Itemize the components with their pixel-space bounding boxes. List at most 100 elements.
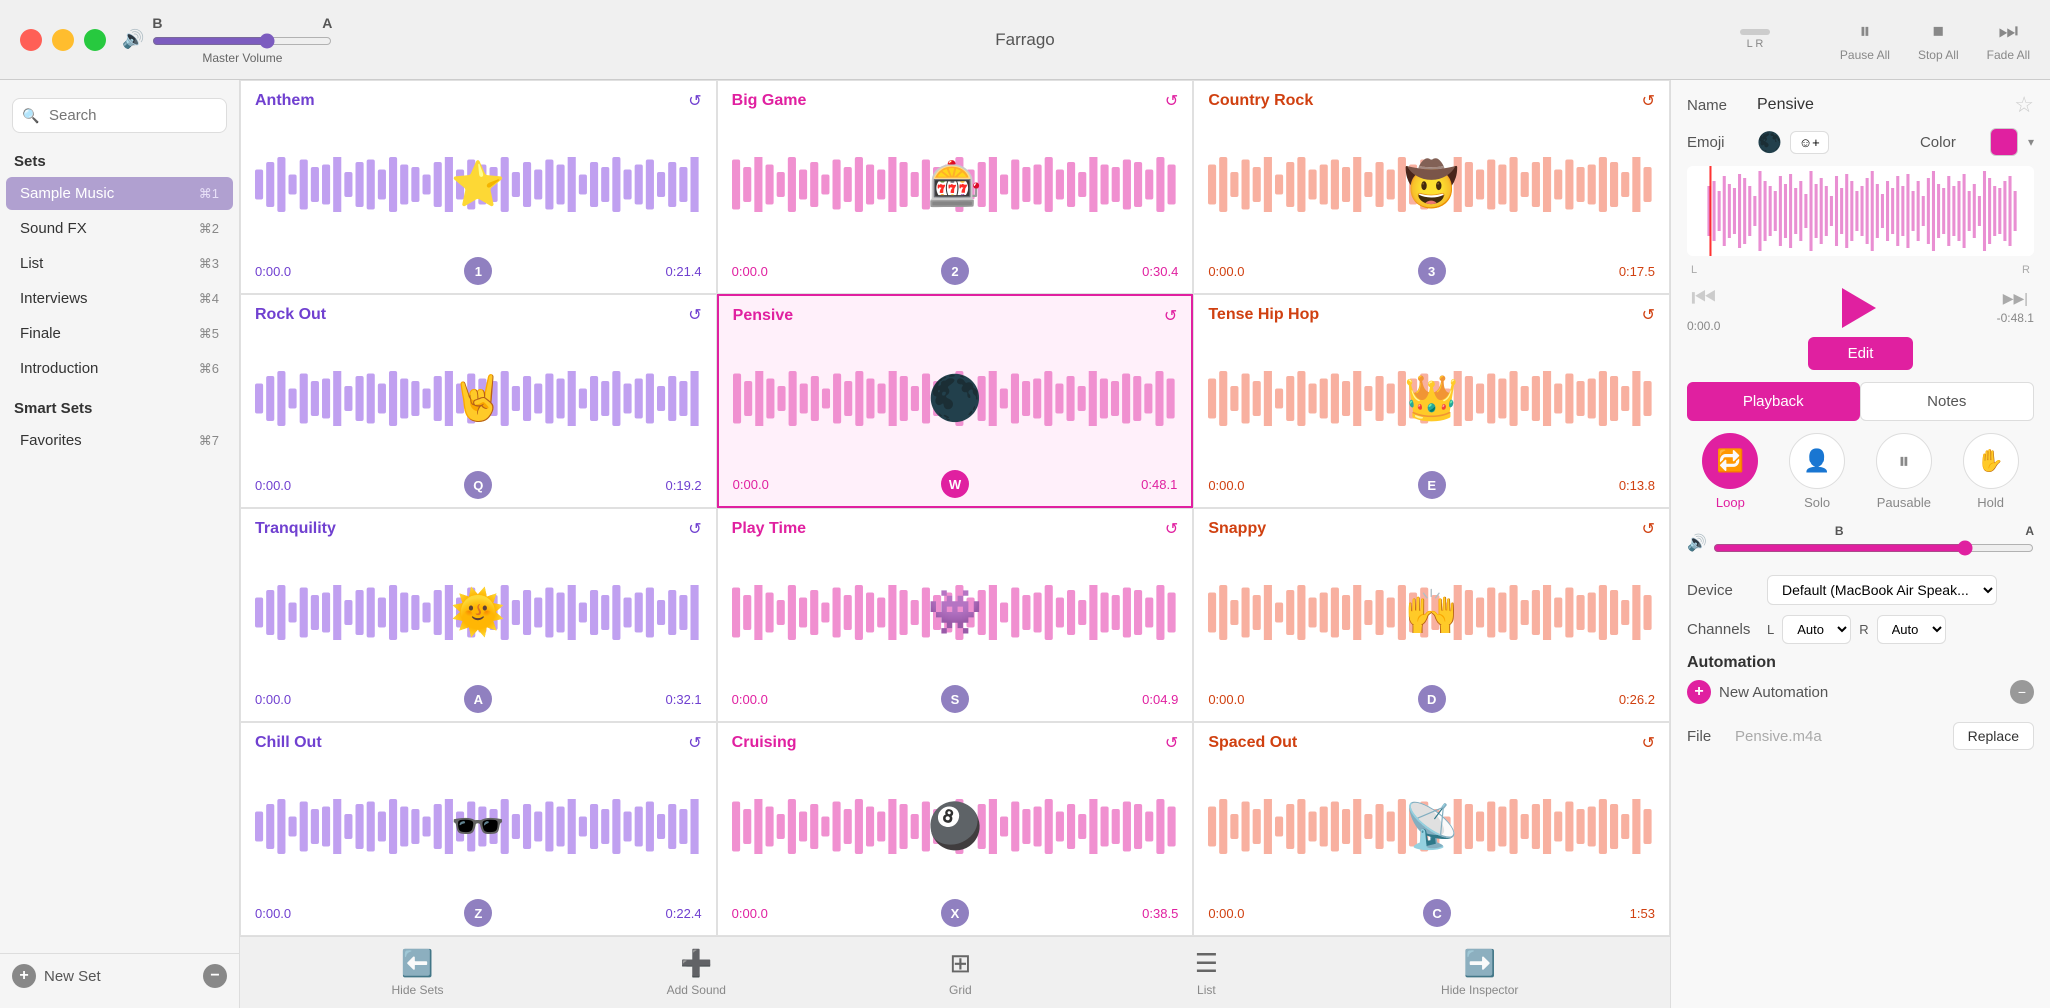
- tile-footer: 0:00.0 D 0:26.2: [1208, 685, 1655, 713]
- loop-button[interactable]: 🔁 Loop: [1702, 433, 1758, 510]
- sound-tile-country-rock[interactable]: Country Rock ↺ 🤠 0:00.0 3 0:17.5: [1193, 80, 1670, 294]
- back-button[interactable]: ⏮: [1691, 282, 1716, 315]
- tile-emoji: 🕶️: [451, 800, 506, 852]
- tile-loop-icon[interactable]: ↺: [1165, 733, 1178, 753]
- hide-sets-button[interactable]: ⬅️ Hide Sets: [392, 948, 444, 997]
- sound-tile-tense-hip-hop[interactable]: Tense Hip Hop ↺ 👑 0:00.0 E 0:13.8: [1193, 294, 1670, 508]
- tile-loop-icon[interactable]: ↺: [1642, 91, 1655, 111]
- titlebar-actions: ⏸ Pause All ⏹ Stop All ⏭ Fade All: [1840, 18, 2030, 62]
- tile-key[interactable]: W: [941, 470, 969, 498]
- stop-all-button[interactable]: ⏹ Stop All: [1918, 18, 1959, 62]
- sound-tile-rock-out[interactable]: Rock Out ↺ 🤘 0:00.0 Q 0:19.2: [240, 294, 717, 508]
- tile-emoji: 👑: [1404, 372, 1459, 424]
- tile-key[interactable]: S: [941, 685, 969, 713]
- tile-time-end: 0:13.8: [1619, 478, 1655, 493]
- minimize-button[interactable]: [52, 29, 74, 51]
- tile-time-start: 0:00.0: [1208, 264, 1244, 279]
- sidebar-item-introduction[interactable]: Introduction ⌘6: [6, 352, 233, 385]
- tile-loop-icon[interactable]: ↺: [688, 519, 701, 539]
- replace-button[interactable]: Replace: [1953, 722, 2034, 750]
- tile-key[interactable]: Q: [464, 471, 492, 499]
- fade-out-button[interactable]: ▶▶|: [2003, 290, 2028, 307]
- tile-key[interactable]: 2: [941, 257, 969, 285]
- tile-time-end: 0:21.4: [666, 264, 702, 279]
- tile-key[interactable]: Z: [464, 899, 492, 927]
- hide-inspector-button[interactable]: ➡️ Hide Inspector: [1441, 948, 1518, 997]
- color-dropdown-icon[interactable]: ▾: [2028, 135, 2034, 149]
- close-button[interactable]: [20, 29, 42, 51]
- sidebar-item-finale[interactable]: Finale ⌘5: [6, 317, 233, 350]
- color-swatch[interactable]: [1990, 128, 2018, 156]
- tile-waveform: 🎰: [732, 117, 1179, 251]
- pause-all-button[interactable]: ⏸ Pause All: [1840, 18, 1890, 62]
- tile-loop-icon[interactable]: ↺: [1642, 305, 1655, 325]
- sound-tile-snappy[interactable]: Snappy ↺ 🙌 0:00.0 D 0:26.2: [1193, 508, 1670, 722]
- sound-tile-tranquility[interactable]: Tranquility ↺ 🌞 0:00.0 A 0:32.1: [240, 508, 717, 722]
- sound-tile-pensive[interactable]: Pensive ↺ 🌑 0:00.0 W 0:48.1: [717, 294, 1194, 508]
- new-set-button[interactable]: + New Set: [12, 964, 101, 988]
- tile-emoji: 🌞: [451, 586, 506, 638]
- sound-tile-anthem[interactable]: Anthem ↺ ⭐ 0:00.0 1 0:21.4: [240, 80, 717, 294]
- master-volume-slider[interactable]: [152, 33, 332, 49]
- tile-loop-icon[interactable]: ↺: [1164, 306, 1177, 326]
- channel-r-select[interactable]: Auto: [1877, 615, 1946, 644]
- sidebar-item-favorites[interactable]: Favorites ⌘7: [6, 424, 233, 457]
- play-button[interactable]: [1842, 288, 1876, 328]
- pausable-button[interactable]: ⏸ Pausable: [1876, 433, 1932, 510]
- playback-tab[interactable]: Playback: [1687, 382, 1860, 421]
- solo-button[interactable]: 👤 Solo: [1789, 433, 1845, 510]
- tile-title: Rock Out: [255, 306, 326, 324]
- search-input[interactable]: [12, 98, 227, 133]
- device-select[interactable]: Default (MacBook Air Speak...: [1767, 575, 1997, 605]
- tile-loop-icon[interactable]: ↺: [1642, 519, 1655, 539]
- tile-key[interactable]: E: [1418, 471, 1446, 499]
- remove-automation-button[interactable]: −: [2010, 680, 2034, 704]
- remove-set-button[interactable]: −: [203, 964, 227, 988]
- favorite-star-icon[interactable]: ☆: [2014, 92, 2034, 118]
- inspector-channels-row: Channels L Auto R Auto: [1687, 615, 2034, 644]
- tile-time-start: 0:00.0: [732, 906, 768, 921]
- tile-loop-icon[interactable]: ↺: [1642, 733, 1655, 753]
- new-set-plus-icon: +: [12, 964, 36, 988]
- tile-emoji: 🙌: [1404, 586, 1459, 638]
- tile-loop-icon[interactable]: ↺: [688, 91, 701, 111]
- sound-tile-cruising[interactable]: Cruising ↺ 🎱 0:00.0 X 0:38.5: [717, 722, 1194, 936]
- sound-tile-chill-out[interactable]: Chill Out ↺ 🕶️ 0:00.0 Z 0:22.4: [240, 722, 717, 936]
- emoji-display: 🌑: [1757, 130, 1782, 155]
- tile-key[interactable]: C: [1423, 899, 1451, 927]
- tile-time-end: 0:26.2: [1619, 692, 1655, 707]
- sidebar-item-list[interactable]: List ⌘3: [6, 247, 233, 280]
- tile-key[interactable]: 3: [1418, 257, 1446, 285]
- hold-button[interactable]: ✋ Hold: [1963, 433, 2019, 510]
- channel-l-select[interactable]: Auto: [1782, 615, 1851, 644]
- sidebar-item-interviews[interactable]: Interviews ⌘4: [6, 282, 233, 315]
- sidebar-item-sample-music[interactable]: Sample Music ⌘1: [6, 177, 233, 210]
- new-automation-button[interactable]: + New Automation: [1687, 680, 1828, 704]
- stop-icon: ⏹: [1933, 18, 1944, 44]
- pausable-icon: ⏸: [1876, 433, 1932, 489]
- tile-key[interactable]: A: [464, 685, 492, 713]
- fade-all-button[interactable]: ⏭ Fade All: [1987, 18, 2030, 62]
- tile-loop-icon[interactable]: ↺: [1165, 91, 1178, 111]
- waveform-svg: [1687, 166, 2034, 256]
- sidebar-item-sound-fx[interactable]: Sound FX ⌘2: [6, 212, 233, 245]
- tile-loop-icon[interactable]: ↺: [688, 305, 701, 325]
- list-view-button[interactable]: ☰ List: [1195, 948, 1218, 997]
- tile-key[interactable]: 1: [464, 257, 492, 285]
- sound-tile-big-game[interactable]: Big Game ↺ 🎰 0:00.0 2 0:30.4: [717, 80, 1194, 294]
- inspector-volume-slider[interactable]: [1713, 540, 2034, 556]
- tile-loop-icon[interactable]: ↺: [688, 733, 701, 753]
- emoji-add-button[interactable]: ☺+: [1790, 131, 1829, 154]
- notes-tab[interactable]: Notes: [1860, 382, 2035, 421]
- tile-key[interactable]: D: [1418, 685, 1446, 713]
- edit-button[interactable]: Edit: [1808, 337, 1914, 370]
- grid-view-button[interactable]: ⊞ Grid: [949, 948, 972, 997]
- sound-tile-spaced-out[interactable]: Spaced Out ↺ 📡 0:00.0 C 1:53: [1193, 722, 1670, 936]
- sound-tile-play-time[interactable]: Play Time ↺ 👾 0:00.0 S 0:04.9: [717, 508, 1194, 722]
- maximize-button[interactable]: [84, 29, 106, 51]
- tile-key[interactable]: X: [941, 899, 969, 927]
- inspector-name-input[interactable]: [1757, 96, 2004, 114]
- tile-loop-icon[interactable]: ↺: [1165, 519, 1178, 539]
- tile-footer: 0:00.0 Z 0:22.4: [255, 899, 702, 927]
- add-sound-button[interactable]: ➕ Add Sound: [667, 948, 726, 997]
